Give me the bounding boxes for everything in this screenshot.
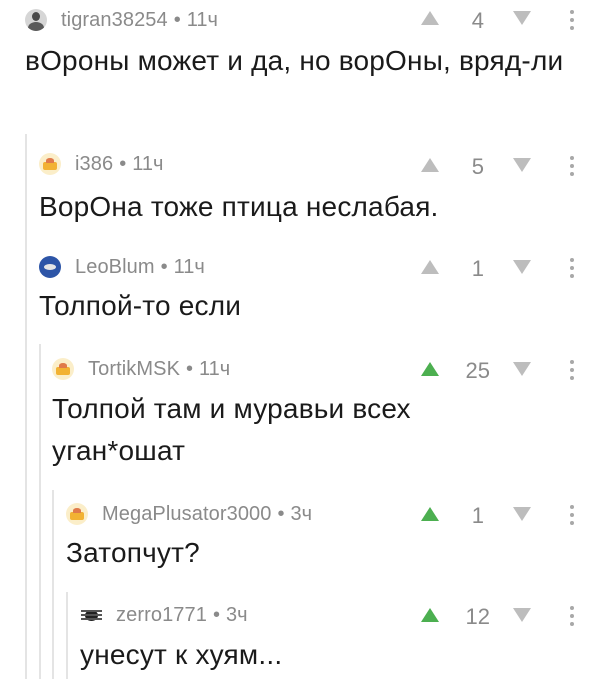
separator: • bbox=[186, 357, 194, 380]
username-link[interactable]: tigran38254 bbox=[61, 9, 168, 32]
user-avatar[interactable] bbox=[39, 256, 61, 278]
timestamp: 11ч bbox=[199, 357, 231, 380]
timestamp: 11ч bbox=[132, 152, 164, 175]
comment-text: Толпой там и муравьи всех уган*ошат bbox=[52, 393, 411, 466]
user-avatar[interactable] bbox=[25, 9, 47, 31]
more-options-icon[interactable] bbox=[566, 604, 578, 628]
separator: • bbox=[119, 152, 127, 175]
user-avatar[interactable] bbox=[39, 153, 61, 175]
username-link[interactable]: LeoBlum bbox=[75, 256, 155, 279]
comment-header: TortikMSK • 11ч bbox=[52, 355, 230, 383]
comment-rating: 1 bbox=[471, 503, 484, 528]
timestamp: 3ч bbox=[225, 603, 248, 626]
upvote-arrow-icon[interactable] bbox=[420, 259, 440, 275]
more-options-icon[interactable] bbox=[566, 503, 578, 527]
more-options-icon[interactable] bbox=[566, 358, 578, 382]
timestamp: 3ч bbox=[290, 502, 313, 525]
user-avatar[interactable] bbox=[80, 604, 102, 626]
user-avatar[interactable] bbox=[66, 503, 88, 525]
username-link[interactable]: zerro1771 bbox=[116, 604, 207, 627]
comment-rating: 25 bbox=[465, 358, 490, 383]
username-link[interactable]: i386 bbox=[75, 153, 113, 176]
downvote-arrow-icon[interactable] bbox=[512, 361, 532, 377]
comment-text: унесут к хуям... bbox=[80, 639, 283, 670]
separator: • bbox=[173, 8, 181, 31]
comment-rating: 1 bbox=[471, 256, 484, 281]
thread-line-level-4 bbox=[52, 490, 54, 679]
upvote-arrow-icon[interactable] bbox=[420, 157, 440, 173]
more-options-icon[interactable] bbox=[566, 8, 578, 32]
comment-text: ВорОна тоже птица неслабая. bbox=[39, 191, 439, 222]
downvote-arrow-icon[interactable] bbox=[512, 506, 532, 522]
separator: • bbox=[160, 255, 168, 278]
downvote-arrow-icon[interactable] bbox=[512, 157, 532, 173]
comment-header: zerro1771 • 3ч bbox=[80, 601, 248, 629]
timestamp: 11ч bbox=[186, 8, 218, 31]
thread-line-level-1 bbox=[25, 134, 27, 679]
upvote-arrow-icon[interactable] bbox=[420, 10, 440, 26]
more-options-icon[interactable] bbox=[566, 256, 578, 280]
comment-rating: 4 bbox=[471, 8, 484, 33]
downvote-arrow-icon[interactable] bbox=[512, 259, 532, 275]
comment-header: i386 • 11ч bbox=[39, 150, 163, 178]
separator: • bbox=[212, 603, 220, 626]
username-link[interactable]: TortikMSK bbox=[88, 358, 180, 381]
downvote-arrow-icon[interactable] bbox=[512, 10, 532, 26]
more-options-icon[interactable] bbox=[566, 154, 578, 178]
thread-line-level-5 bbox=[66, 592, 68, 679]
comment-header: LeoBlum • 11ч bbox=[39, 253, 205, 281]
comment-header: MegaPlusator3000 • 3ч bbox=[66, 500, 312, 528]
separator: • bbox=[277, 502, 285, 525]
comment-rating: 5 bbox=[471, 154, 484, 179]
upvote-arrow-icon[interactable] bbox=[420, 607, 440, 623]
upvote-arrow-icon[interactable] bbox=[420, 506, 440, 522]
username-link[interactable]: MegaPlusator3000 bbox=[102, 503, 272, 526]
timestamp: 11ч bbox=[173, 255, 205, 278]
comment-text: Затопчут? bbox=[66, 537, 200, 568]
thread-line-level-3 bbox=[39, 344, 41, 679]
downvote-arrow-icon[interactable] bbox=[512, 607, 532, 623]
comment-text: вОроны может и да, но ворОны, вряд-ли bbox=[25, 45, 564, 76]
comment-rating: 12 bbox=[465, 604, 490, 629]
user-avatar[interactable] bbox=[52, 358, 74, 380]
comment-header: tigran38254 • 11ч bbox=[25, 6, 218, 34]
comment-text: Толпой-то если bbox=[39, 290, 242, 321]
upvote-arrow-icon[interactable] bbox=[420, 361, 440, 377]
